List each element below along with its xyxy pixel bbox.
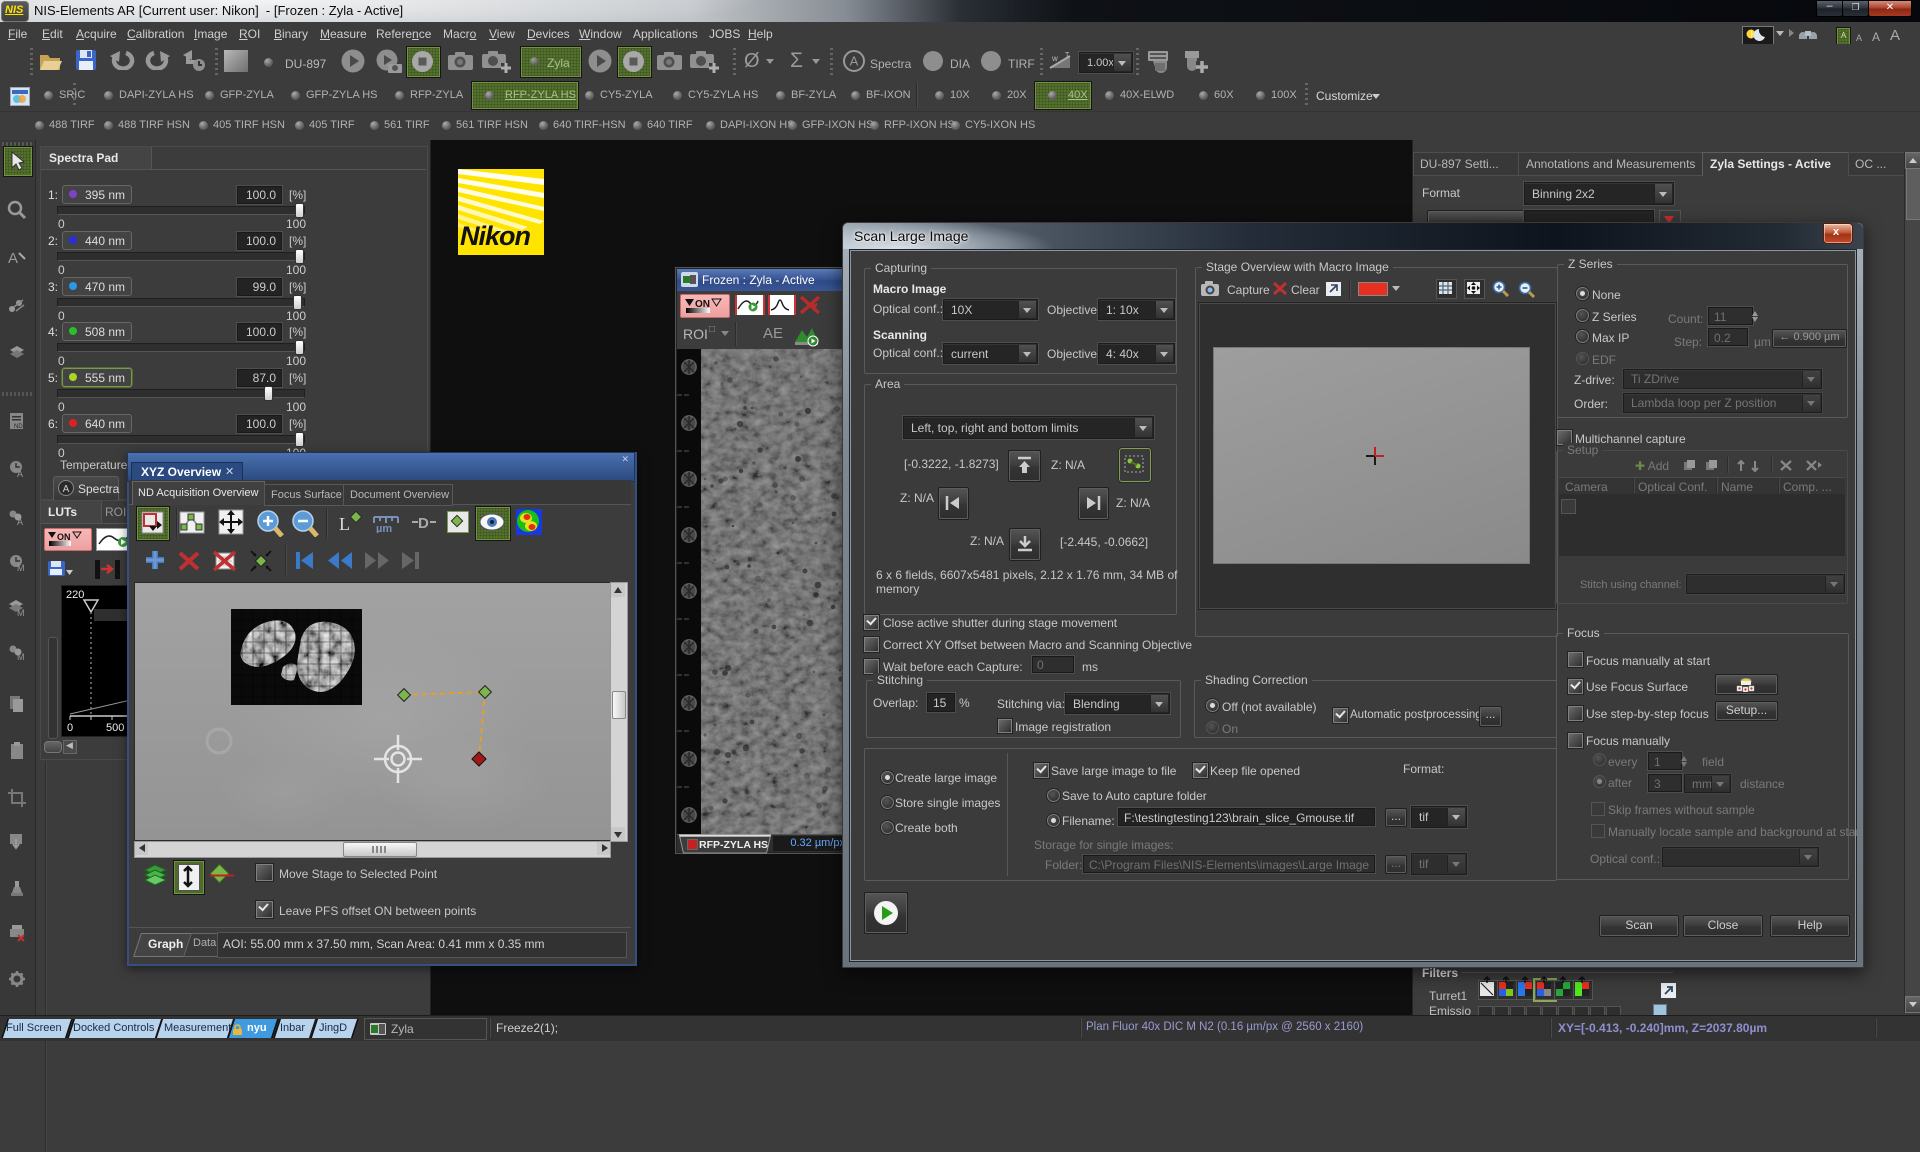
svg-text:ON: ON [57,532,71,542]
svg-text:A: A [63,484,70,495]
svg-text:M: M [17,608,25,618]
svg-text:ND: ND [14,424,23,430]
svg-text:M: M [17,652,25,662]
svg-text:A: A [17,517,23,527]
svg-text:µm: µm [376,523,392,533]
svg-text:A: A [17,469,23,479]
svg-text:D: D [418,515,429,531]
svg-text:L: L [339,514,350,534]
svg-text:M: M [17,563,25,573]
svg-text:w: w [1051,54,1058,63]
svg-text:T: T [1065,52,1070,59]
svg-text:A: A [850,54,859,69]
svg-text:Nikon: Nikon [460,221,531,251]
svg-text:A: A [8,250,18,267]
